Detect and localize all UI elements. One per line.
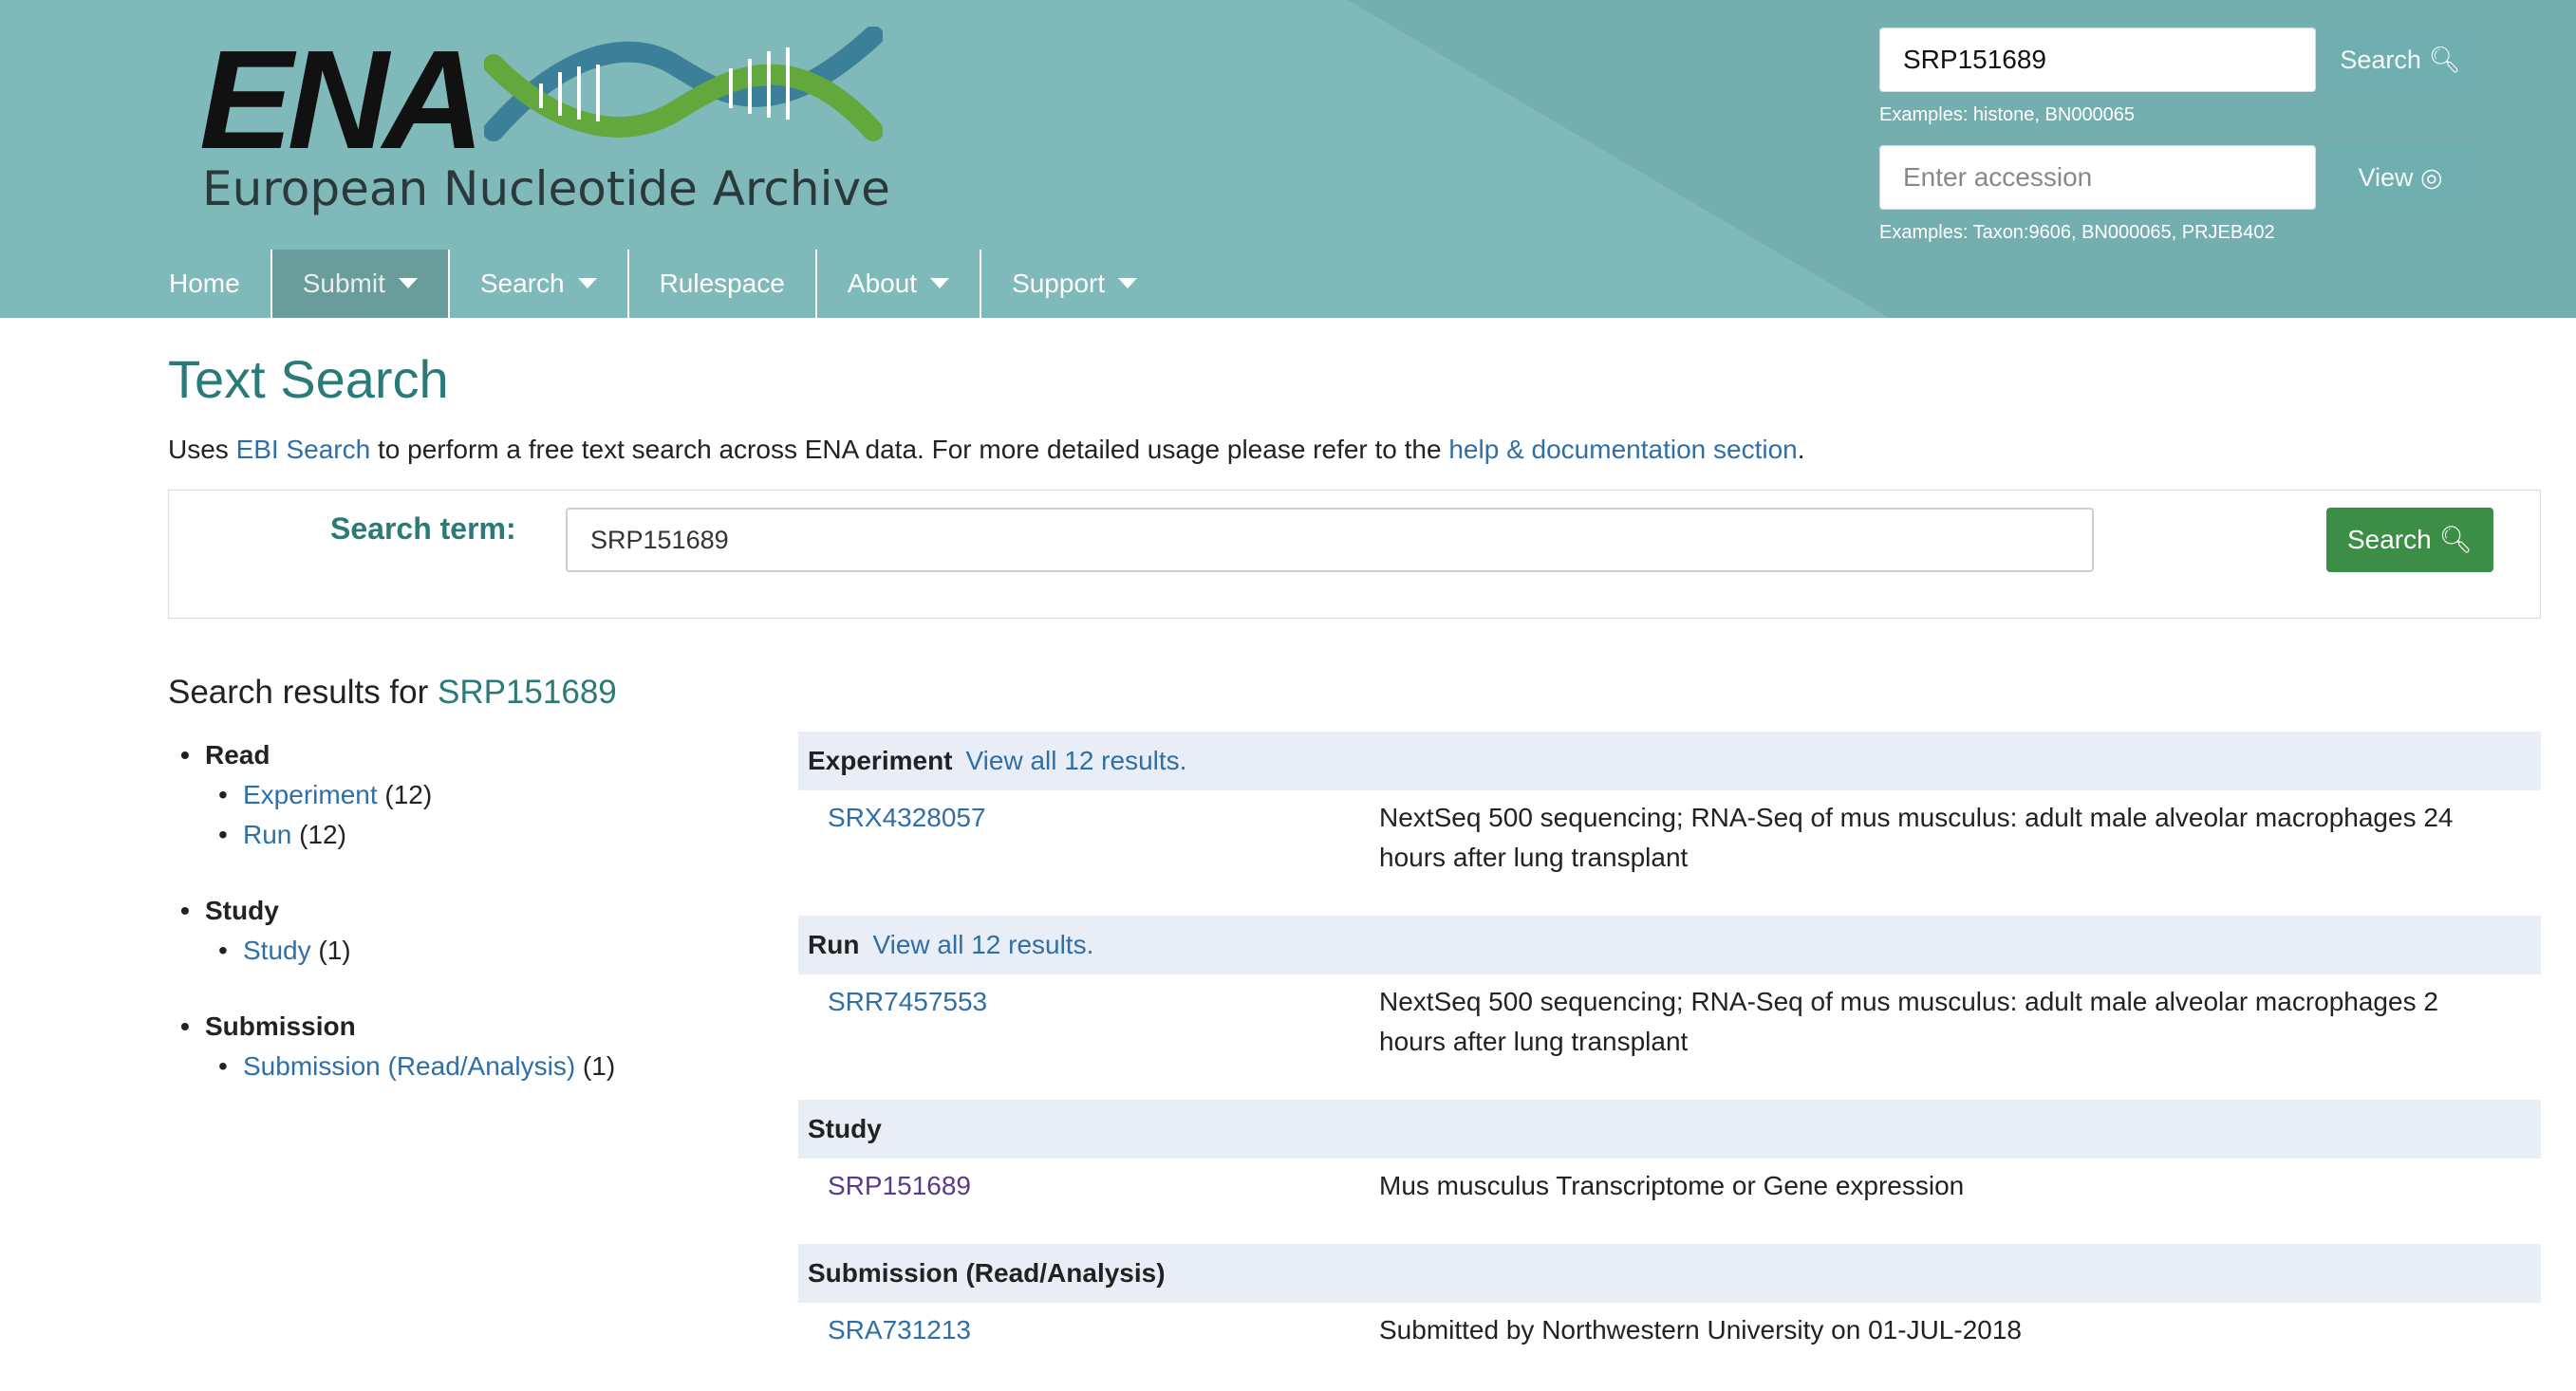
view-button[interactable]: View ◎ xyxy=(2322,145,2479,210)
page-title: Text Search xyxy=(168,349,449,409)
nav-support[interactable]: Support xyxy=(980,250,1167,318)
facet-list: Read Experiment (12) Run (12) Study Stud… xyxy=(180,735,750,1122)
accession-link[interactable]: SRP151689 xyxy=(798,1166,1379,1206)
main-nav: Home Submit Search Rulespace About Suppo… xyxy=(0,250,1167,318)
facet-count: (12) xyxy=(299,820,346,849)
accession-input[interactable]: Enter accession xyxy=(1879,145,2316,210)
target-icon: ◎ xyxy=(2420,163,2443,192)
facet-item: Run (12) xyxy=(180,815,750,855)
caret-down-icon xyxy=(577,278,597,289)
facet-count: (12) xyxy=(384,780,433,809)
nav-home-label: Home xyxy=(169,269,240,298)
search-term-button-label: Search xyxy=(2346,525,2432,554)
caret-down-icon xyxy=(1118,278,1138,289)
site-header: ENA European Nucleotide Archive SRP15168… xyxy=(0,0,2576,318)
help-docs-link[interactable]: help & documentation section xyxy=(1448,435,1797,464)
nav-about[interactable]: About xyxy=(814,250,980,318)
page-description: Uses EBI Search to perform a free text s… xyxy=(168,435,1805,465)
result-row: SRR7457553 NextSeq 500 sequencing; RNA-S… xyxy=(798,974,2541,1075)
nav-about-label: About xyxy=(847,269,918,298)
facet-item: Study (1) xyxy=(180,931,750,971)
section-title: Run xyxy=(808,930,860,959)
section-header-submission: Submission (Read/Analysis) xyxy=(798,1244,2541,1303)
search-term-panel: Search term: SRP151689 Search 🔍︎ xyxy=(168,490,2541,619)
facet-link-experiment[interactable]: Experiment xyxy=(243,780,378,809)
accession-link[interactable]: SRX4328057 xyxy=(798,798,1379,878)
desc-suffix: . xyxy=(1797,435,1805,464)
accession-link[interactable]: SRR7457553 xyxy=(798,982,1379,1062)
facet-group-submission: Submission Submission (Read/Analysis) (1… xyxy=(180,1007,750,1086)
facet-group-read: Read Experiment (12) Run (12) xyxy=(180,735,750,855)
header-search-button[interactable]: Search 🔍︎ xyxy=(2322,28,2479,92)
nav-search-label: Search xyxy=(479,269,565,298)
facet-title: Study xyxy=(180,891,750,931)
accession-link[interactable]: SRA731213 xyxy=(798,1310,1379,1350)
facet-link-run[interactable]: Run xyxy=(243,820,291,849)
accession-examples: Examples: Taxon:9606, BN000065, PRJEB402 xyxy=(1879,222,2275,243)
dna-helix-icon xyxy=(484,27,883,141)
search-term-input[interactable]: SRP151689 xyxy=(566,508,2094,572)
search-term-label: Search term: xyxy=(330,511,516,546)
facet-link-submission[interactable]: Submission (Read/Analysis) xyxy=(243,1051,575,1081)
nav-home[interactable]: Home xyxy=(0,250,271,318)
facet-link-study[interactable]: Study xyxy=(243,936,311,965)
section-title: Study xyxy=(808,1114,882,1143)
nav-rulespace-label: Rulespace xyxy=(659,269,785,298)
facet-item: Experiment (12) xyxy=(180,775,750,815)
section-header-run: Run View all 12 results. xyxy=(798,916,2541,974)
nav-submit-label: Submit xyxy=(302,269,385,298)
search-term-button[interactable]: Search 🔍︎ xyxy=(2326,508,2493,572)
search-examples: Examples: histone, BN000065 xyxy=(1879,104,2136,125)
logo-subtitle: European Nucleotide Archive xyxy=(202,161,890,216)
facet-count: (1) xyxy=(582,1051,616,1081)
results-table: Experiment View all 12 results. SRX432805… xyxy=(798,732,2541,1363)
section-title: Experiment xyxy=(808,746,953,775)
facet-item: Submission (Read/Analysis) (1) xyxy=(180,1047,750,1086)
search-icon: 🔍︎ xyxy=(2438,525,2473,554)
nav-rulespace[interactable]: Rulespace xyxy=(626,250,815,318)
logo-wordmark: ENA xyxy=(199,22,484,178)
result-row: SRA731213 Submitted by Northwestern Univ… xyxy=(798,1303,2541,1363)
ena-logo[interactable]: ENA European Nucleotide Archive xyxy=(199,22,890,226)
result-description: NextSeq 500 sequencing; RNA-Seq of mus m… xyxy=(1379,987,2438,1056)
results-heading-prefix: Search results for xyxy=(168,674,438,711)
results-heading: Search results for SRP151689 xyxy=(168,674,617,712)
results-heading-term: SRP151689 xyxy=(438,674,617,711)
header-search-label: Search xyxy=(2340,46,2421,74)
view-label: View xyxy=(2358,163,2414,192)
result-description: NextSeq 500 sequencing; RNA-Seq of mus m… xyxy=(1379,803,2454,872)
nav-support-label: Support xyxy=(1012,269,1106,298)
result-description: Mus musculus Transcriptome or Gene expre… xyxy=(1379,1171,1965,1200)
desc-prefix: Uses xyxy=(168,435,236,464)
result-description: Submitted by Northwestern University on … xyxy=(1379,1315,2022,1345)
facet-title: Read xyxy=(180,735,750,775)
facet-title: Submission xyxy=(180,1007,750,1047)
search-icon: 🔍︎ xyxy=(2428,46,2461,74)
header-search-input[interactable]: SRP151689 xyxy=(1879,28,2316,92)
view-all-link[interactable]: View all 12 results. xyxy=(872,930,1093,959)
nav-submit[interactable]: Submit xyxy=(270,250,448,318)
desc-middle: to perform a free text search across ENA… xyxy=(370,435,1449,464)
facet-group-study: Study Study (1) xyxy=(180,891,750,971)
view-all-link[interactable]: View all 12 results. xyxy=(966,746,1187,775)
caret-down-icon xyxy=(930,278,950,289)
result-row: SRP151689 Mus musculus Transcriptome or … xyxy=(798,1159,2541,1219)
result-row: SRX4328057 NextSeq 500 sequencing; RNA-S… xyxy=(798,790,2541,891)
nav-search[interactable]: Search xyxy=(447,250,627,318)
ebi-search-link[interactable]: EBI Search xyxy=(236,435,371,464)
section-header-experiment: Experiment View all 12 results. xyxy=(798,732,2541,790)
facet-count: (1) xyxy=(318,936,351,965)
section-header-study: Study xyxy=(798,1100,2541,1159)
caret-down-icon xyxy=(398,278,418,289)
section-title: Submission (Read/Analysis) xyxy=(808,1258,1166,1288)
